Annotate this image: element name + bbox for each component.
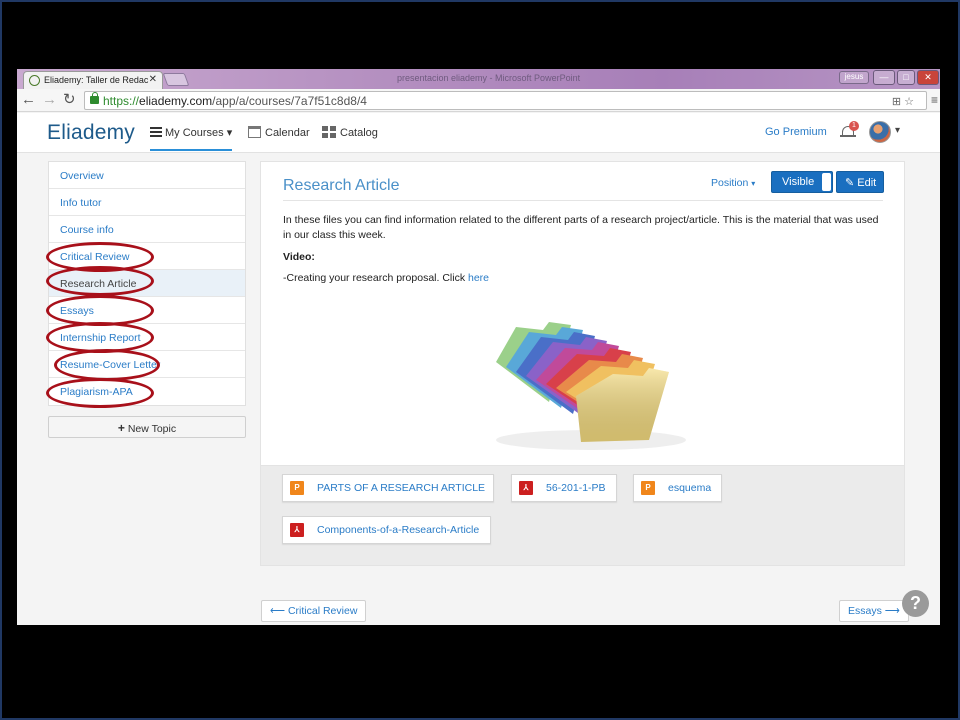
file-name: 56-201-1-PB — [546, 482, 606, 494]
notifications-bell-icon[interactable]: 1 — [840, 121, 859, 139]
back-arrow-icon[interactable]: ← — [21, 92, 36, 108]
prev-topic-link[interactable]: ⟵ Critical Review — [261, 600, 367, 622]
maximize-button[interactable]: □ — [897, 70, 915, 85]
attachments-area: P PARTS OF A RESEARCH ARTICLE ⅄ 56-201-1… — [260, 466, 905, 566]
file-attachment[interactable]: ⅄ Components-of-a-Research-Article — [282, 516, 491, 544]
new-topic-button[interactable]: + New Topic — [48, 416, 246, 438]
window-title: presentacion eliademy - Microsoft PowerP… — [397, 73, 581, 83]
topic-title: Research Article — [283, 177, 400, 194]
sidebar-item-resume-cover-letter[interactable]: Resume-Cover Letter — [49, 351, 245, 378]
sidebar-item-info-tutor[interactable]: Info tutor — [49, 189, 245, 216]
powerpoint-file-icon: P — [641, 481, 655, 495]
file-attachment[interactable]: ⅄ 56-201-1-PB — [511, 474, 617, 502]
address-bar: ← → ↻ https://eliademy.com/app/a/courses… — [17, 89, 940, 112]
file-attachment[interactable]: P PARTS OF A RESEARCH ARTICLE — [282, 474, 494, 502]
help-question-icon[interactable]: ? — [902, 590, 929, 617]
position-label: Position — [711, 177, 749, 189]
slide-frame: Eliademy: Taller de Redac ✕ presentacion… — [0, 0, 960, 720]
avatar-chevron-down-icon[interactable]: ▾ — [895, 125, 900, 136]
sidebar-item-research-article[interactable]: Research Article — [49, 270, 245, 297]
tab-title: Eliademy: Taller de Redac — [44, 75, 149, 85]
url-scheme: https:// — [103, 94, 140, 108]
browser-tab[interactable]: Eliademy: Taller de Redac ✕ — [23, 71, 163, 89]
calendar-icon — [248, 126, 261, 138]
sidebar-item-overview[interactable]: Overview — [49, 162, 245, 189]
nav-catalog[interactable]: Catalog — [322, 126, 378, 139]
file-name: Components-of-a-Research-Article — [317, 524, 480, 536]
plus-icon: + — [117, 421, 125, 435]
video-text: -Creating your research proposal. Click — [283, 272, 468, 284]
toggle-knob — [822, 173, 831, 191]
notification-count-badge: 1 — [849, 121, 859, 131]
edit-button[interactable]: ✎ Edit — [836, 171, 884, 193]
position-dropdown[interactable]: Position ▾ — [711, 177, 755, 189]
sidebar-item-course-info[interactable]: Course info — [49, 216, 245, 243]
forward-arrow-icon[interactable]: → — [42, 92, 57, 108]
minimize-button[interactable]: — — [873, 70, 895, 85]
topic-panel: Research Article Position ▾ Visible ✎ Ed… — [260, 161, 905, 466]
sidebar-item-plagiarism-apa[interactable]: Plagiarism-APA — [49, 378, 245, 405]
user-badge: jesus — [839, 71, 869, 84]
file-name: PARTS OF A RESEARCH ARTICLE — [317, 482, 486, 494]
title-divider — [283, 200, 883, 201]
sidebar-item-internship-report[interactable]: Internship Report — [49, 324, 245, 351]
new-tab-button[interactable] — [162, 73, 190, 86]
nav-calendar-label: Calendar — [265, 127, 310, 139]
colored-folders-image — [496, 322, 686, 450]
topics-sidebar: Overview Info tutor Course info Critical… — [48, 161, 246, 406]
nav-catalog-label: Catalog — [340, 127, 378, 139]
lock-icon — [90, 92, 99, 104]
powerpoint-file-icon: P — [290, 481, 304, 495]
nav-my-courses-label: My Courses — [165, 127, 224, 139]
url-host: eliademy.com — [139, 94, 213, 108]
eliademy-logo[interactable]: Eliademy — [47, 121, 135, 145]
visible-toggle[interactable]: Visible — [771, 171, 833, 193]
menu-icon — [150, 127, 162, 137]
close-window-button[interactable]: ✕ — [917, 70, 939, 85]
video-link[interactable]: here — [468, 272, 489, 284]
edit-label: Edit — [857, 177, 877, 189]
browser-window: Eliademy: Taller de Redac ✕ presentacion… — [17, 69, 940, 625]
caret-down-icon: ▾ — [751, 179, 756, 188]
sidebar-item-critical-review[interactable]: Critical Review — [49, 243, 245, 270]
pencil-icon: ✎ — [845, 177, 855, 189]
url-path: /app/a/courses/7a7f51c8d8/4 — [212, 94, 367, 108]
go-premium-link[interactable]: Go Premium — [765, 126, 827, 138]
next-topic-link[interactable]: Essays ⟶ — [839, 600, 909, 622]
video-heading: Video: — [283, 251, 315, 263]
sidebar-item-essays[interactable]: Essays — [49, 297, 245, 324]
new-topic-label: New Topic — [127, 423, 177, 435]
app-header: Eliademy My Courses ▾ Calendar Catalog G… — [17, 113, 940, 153]
file-name: esquema — [668, 482, 712, 494]
chevron-down-icon: ▾ — [226, 127, 233, 139]
nav-calendar[interactable]: Calendar — [248, 126, 310, 139]
tab-close-icon[interactable]: ✕ — [149, 74, 157, 85]
url-input[interactable]: https://eliademy.com/app/a/courses/7a7f5… — [84, 91, 927, 110]
browser-menu-icon[interactable]: ≡ — [931, 93, 938, 107]
visible-label: Visible — [782, 176, 815, 188]
reload-icon[interactable]: ↻ — [63, 92, 76, 108]
window-titlebar: Eliademy: Taller de Redac ✕ presentacion… — [17, 69, 940, 89]
bookmark-star-icon[interactable]: ⊞ ☆ — [892, 95, 914, 108]
pdf-file-icon: ⅄ — [519, 481, 533, 495]
nav-my-courses[interactable]: My Courses ▾ — [150, 126, 233, 151]
file-attachment[interactable]: P esquema — [633, 474, 722, 502]
eliademy-favicon-icon — [29, 75, 40, 86]
video-line: -Creating your research proposal. Click … — [283, 271, 888, 286]
topic-description: In these files you can find information … — [283, 214, 879, 241]
catalog-grid-icon — [322, 126, 336, 138]
user-avatar[interactable] — [869, 121, 891, 143]
pdf-file-icon: ⅄ — [290, 523, 304, 537]
